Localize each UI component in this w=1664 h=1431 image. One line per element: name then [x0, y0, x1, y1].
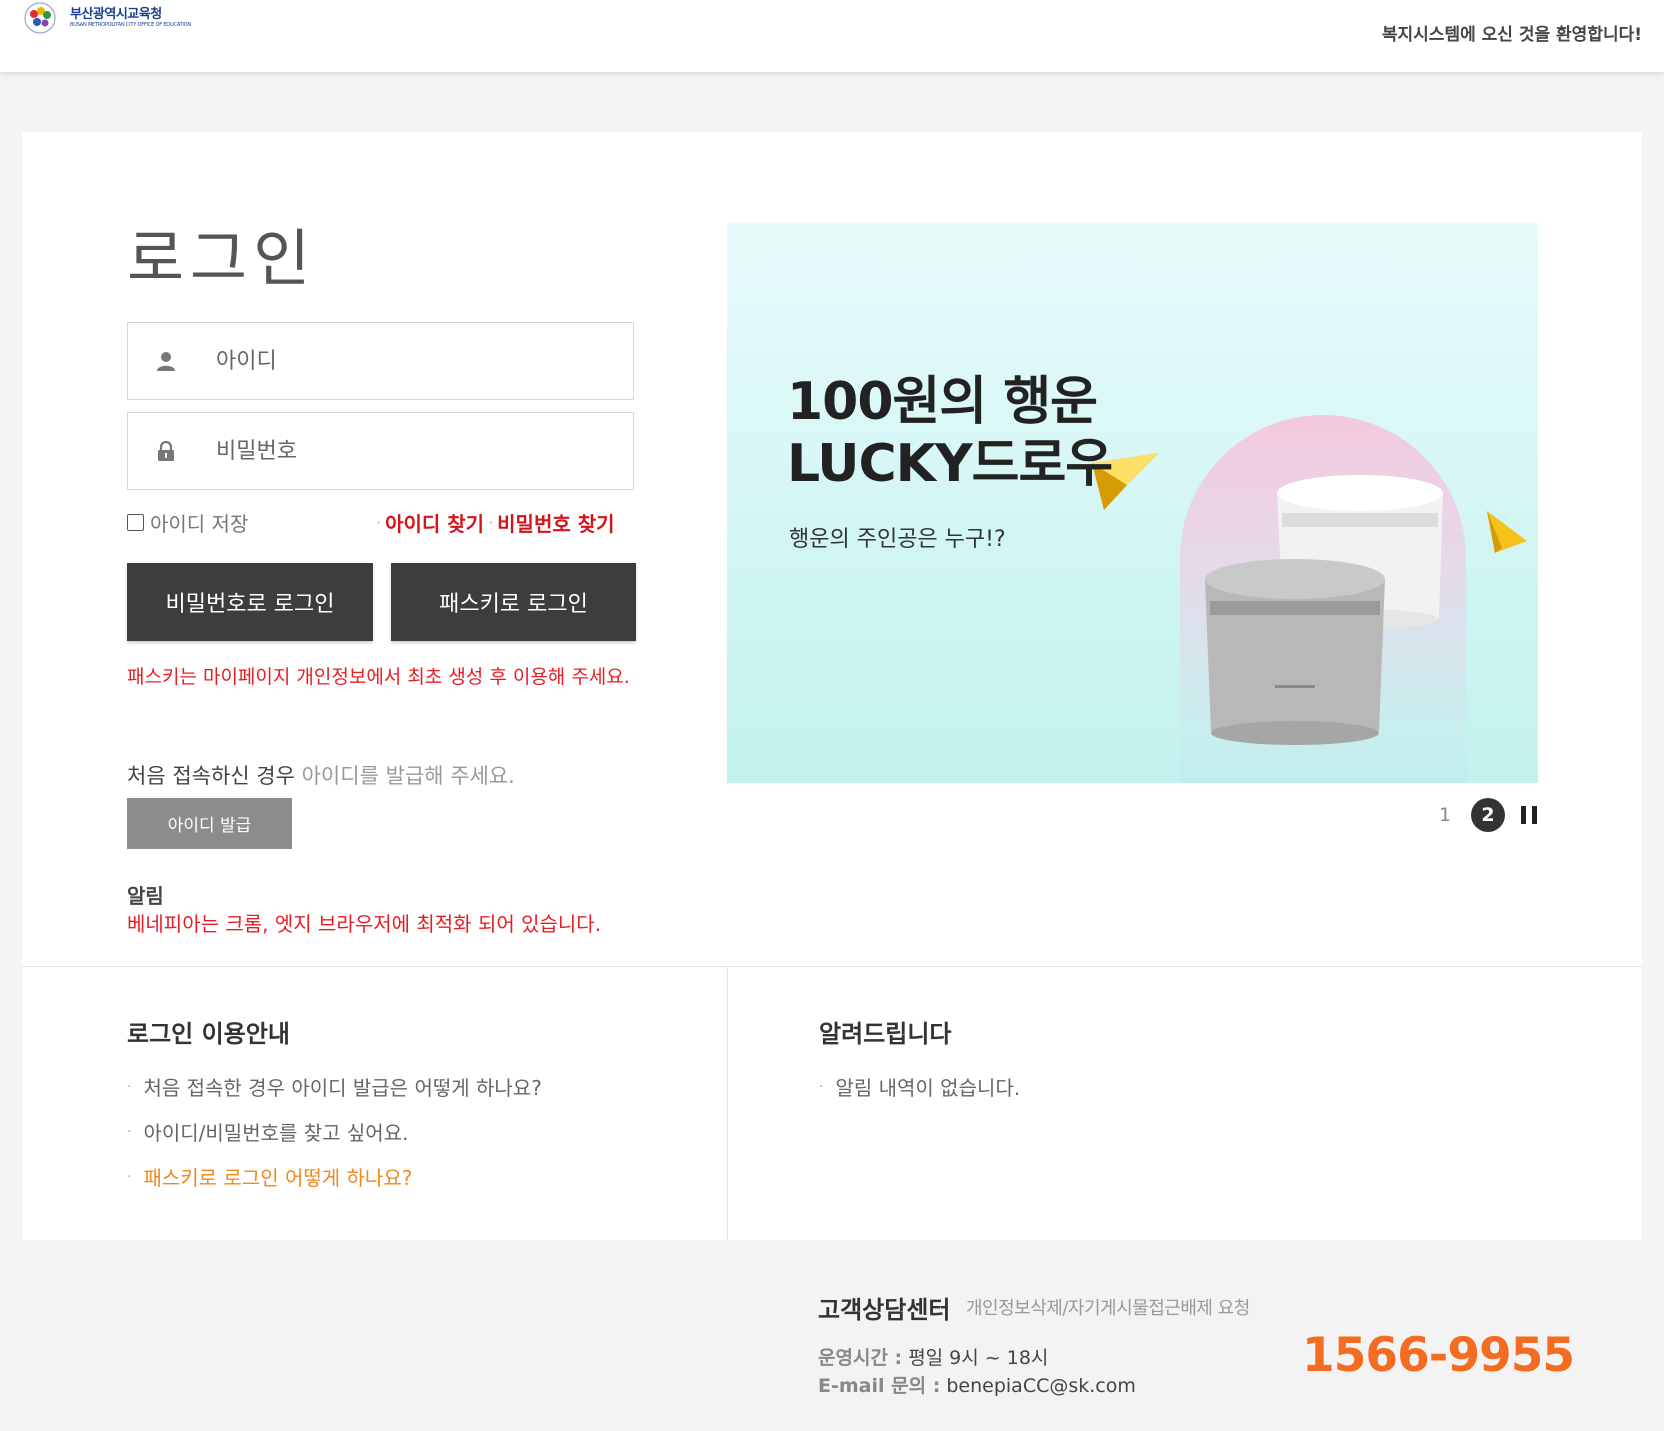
- bullet-icon: ·: [376, 513, 382, 532]
- login-guide-title: 로그인 이용안내: [127, 1020, 290, 1048]
- notice-text: 베네피아는 크롬, 엣지 브라우저에 최적화 되어 있습니다.: [127, 912, 602, 936]
- guide-item-issue-id[interactable]: 처음 접속한 경우 아이디 발급은 어떻게 하나요?: [127, 1064, 541, 1109]
- banner-line-2: LUCKY드로우: [787, 434, 1113, 494]
- divider: [727, 967, 728, 1240]
- password-field-box: [127, 412, 634, 490]
- save-id-row[interactable]: 아이디 저장: [127, 508, 248, 537]
- first-visit-label: 처음 접속하신 경우: [127, 764, 295, 788]
- first-visit-text: 처음 접속하신 경우 아이디를 발급해 주세요.: [127, 760, 515, 790]
- bullet-icon: ·: [488, 513, 494, 532]
- slide-indicator-1[interactable]: 1: [1427, 804, 1463, 826]
- email-value[interactable]: benepiaCC@sk.com: [946, 1375, 1136, 1397]
- banner-subtitle: 행운의 주인공은 누구!?: [789, 527, 1006, 552]
- banner-line-1: 100원의 행운: [787, 372, 1098, 432]
- hours-label: 운영시간 :: [818, 1347, 903, 1369]
- first-visit-hint: 아이디를 발급해 주세요.: [301, 764, 515, 788]
- login-guide-list: 처음 접속한 경우 아이디 발급은 어떻게 하나요? 아이디/비밀번호를 찾고 …: [127, 1064, 542, 1199]
- guide-item-passkey[interactable]: 패스키로 로그인 어떻게 하나요?: [127, 1154, 542, 1199]
- logo-subtitle: BUSAN METROPOLITAN CITY OFFICE OF EDUCAT…: [70, 22, 191, 28]
- guide-item-find-account[interactable]: 아이디/비밀번호를 찾고 싶어요.: [127, 1109, 542, 1154]
- logo-name: 부산광역시교육청: [70, 7, 162, 22]
- page-title: 로그인: [127, 222, 317, 295]
- announcement-empty: 알림 내역이 없습니다.: [819, 1064, 1020, 1109]
- find-id-link[interactable]: 아이디 찾기: [385, 508, 484, 537]
- password-input[interactable]: [216, 438, 596, 464]
- top-header: 부산광역시교육청 BUSAN METROPOLITAN CITY OFFICE …: [0, 0, 1664, 72]
- hours-value: 평일 9시 ~ 18시: [908, 1347, 1049, 1369]
- busan-education-logo[interactable]: 부산광역시교육청 BUSAN METROPOLITAN CITY OFFICE …: [20, 0, 191, 36]
- pause-icon[interactable]: [1521, 806, 1537, 824]
- promo-banner[interactable]: 100원의 행운 LUCKY드로우 행운의 주인공은 누구!?: [727, 223, 1538, 783]
- user-icon: [157, 352, 175, 371]
- operating-hours: 운영시간 : 평일 9시 ~ 18시: [818, 1343, 1048, 1370]
- footer: 고객상담센터 개인정보삭제/자기게시물접근배제 요청 운영시간 : 평일 9시 …: [22, 1240, 1642, 1431]
- slide-controls: 1 2: [1427, 798, 1537, 832]
- find-password-link[interactable]: 비밀번호 찾기: [497, 508, 614, 537]
- lock-icon: [158, 440, 174, 461]
- announcement-title: 알려드립니다: [819, 1020, 952, 1048]
- banner-illustration: [1092, 453, 1527, 745]
- find-links: · 아이디 찾기 · 비밀번호 찾기: [372, 508, 615, 537]
- divider: [22, 966, 1642, 967]
- login-card: 로그인 아이디 저장 · 아이디 찾기 · 비밀번호 찾기 비밀번호로 로그인 …: [22, 132, 1642, 1240]
- id-input[interactable]: [216, 348, 596, 374]
- slide-indicator-2[interactable]: 2: [1471, 798, 1505, 832]
- announcement-list: 알림 내역이 없습니다.: [819, 1064, 1020, 1109]
- email-label: E-mail 문의 :: [818, 1375, 941, 1397]
- passkey-note: 패스키는 마이페이지 개인정보에서 최초 생성 후 이용해 주세요.: [127, 666, 630, 688]
- grey-speaker-illustration: [1205, 559, 1385, 745]
- password-login-button[interactable]: 비밀번호로 로그인: [127, 563, 373, 641]
- notice-label: 알림: [127, 884, 164, 908]
- save-id-label: 아이디 저장: [150, 512, 249, 536]
- banner-headline: 100원의 행운 LUCKY드로우: [787, 371, 1113, 495]
- gem-icon: [1487, 511, 1527, 553]
- emblem-icon: [24, 2, 56, 34]
- privacy-request-link[interactable]: 개인정보삭제/자기게시물접근배제 요청: [966, 1294, 1250, 1320]
- issue-id-button[interactable]: 아이디 발급: [127, 798, 292, 849]
- save-id-checkbox[interactable]: [127, 514, 144, 531]
- id-field-box: [127, 322, 634, 400]
- passkey-login-button[interactable]: 패스키로 로그인: [391, 563, 636, 641]
- phone-number: 1566-9955: [1302, 1328, 1575, 1383]
- welcome-message: 복지시스템에 오신 것을 환영합니다!: [1381, 25, 1642, 45]
- customer-center-title: 고객상담센터: [818, 1296, 951, 1324]
- email-contact: E-mail 문의 : benepiaCC@sk.com: [818, 1371, 1136, 1398]
